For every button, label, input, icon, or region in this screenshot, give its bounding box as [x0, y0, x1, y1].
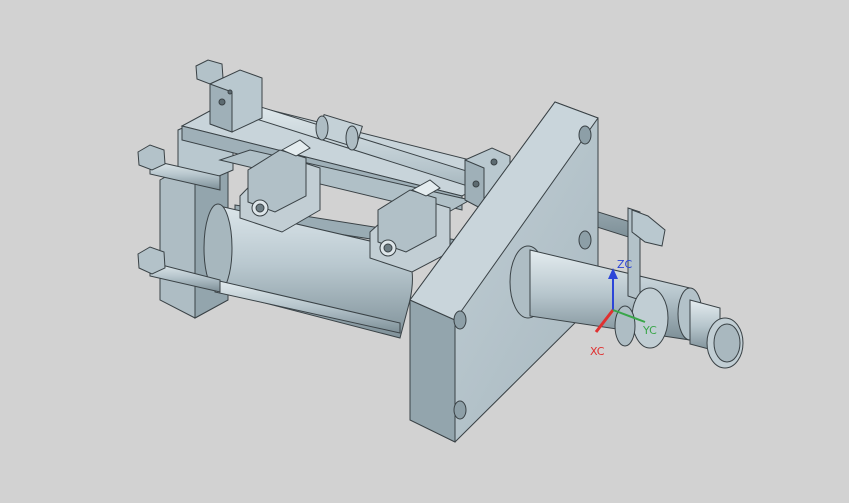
z-axis-label: ZC [617, 258, 633, 271]
graphics-viewport[interactable]: ZC XC YC [0, 0, 849, 503]
x-axis-label: XC [590, 345, 605, 358]
cylinder-model[interactable]: ZC XC YC [0, 0, 849, 503]
y-axis-label: YC [642, 324, 657, 337]
